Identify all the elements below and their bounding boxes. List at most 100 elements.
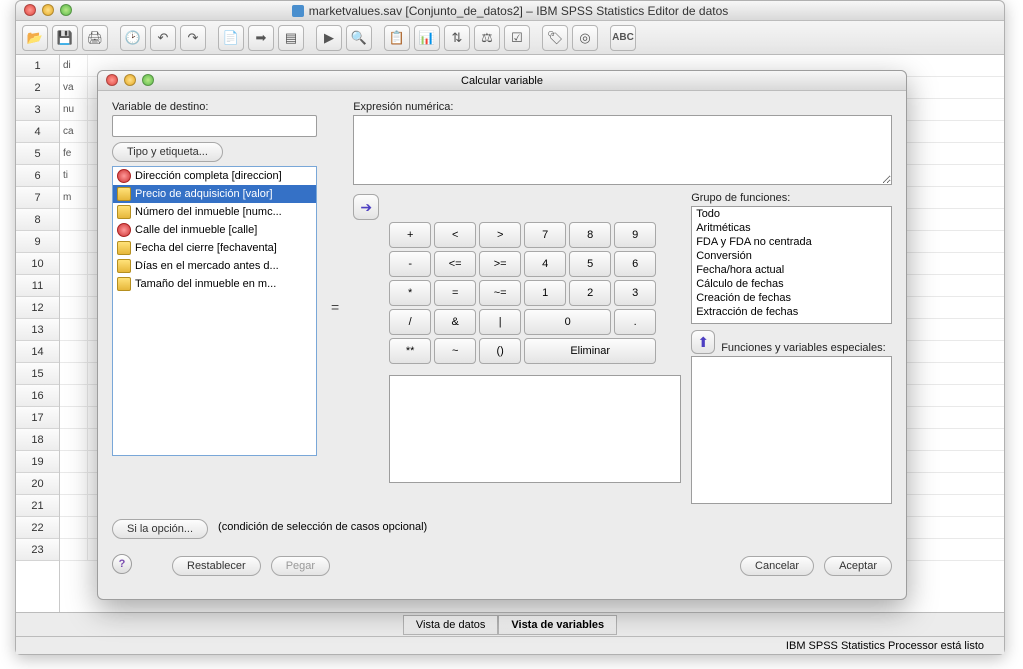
value-labels-button[interactable]: 🏷 xyxy=(542,25,568,51)
dialog-zoom-icon[interactable] xyxy=(142,74,154,86)
keypad-button[interactable]: 4 xyxy=(524,251,566,277)
data-cell[interactable] xyxy=(60,385,88,406)
keypad-button[interactable]: 9 xyxy=(614,222,656,248)
close-window-icon[interactable] xyxy=(24,4,36,16)
insert-function-button[interactable]: ⬆ xyxy=(691,330,715,354)
row-header[interactable]: 7 xyxy=(16,187,59,209)
row-header[interactable]: 23 xyxy=(16,539,59,561)
row-header[interactable]: 2 xyxy=(16,77,59,99)
row-header[interactable]: 18 xyxy=(16,429,59,451)
keypad-button[interactable]: () xyxy=(479,338,521,364)
keypad-button[interactable]: > xyxy=(479,222,521,248)
function-group-item[interactable]: Fecha/hora actual xyxy=(692,263,891,277)
keypad-button[interactable]: 5 xyxy=(569,251,611,277)
keypad-button[interactable]: 3 xyxy=(614,280,656,306)
function-group-item[interactable]: Creación de fechas xyxy=(692,291,891,305)
data-cell[interactable]: va xyxy=(60,77,88,98)
function-group-item[interactable]: Extracción de fechas xyxy=(692,305,891,319)
keypad-button[interactable]: * xyxy=(389,280,431,306)
function-group-item[interactable]: Aritméticas xyxy=(692,221,891,235)
row-header[interactable]: 4 xyxy=(16,121,59,143)
keypad-button[interactable]: 6 xyxy=(614,251,656,277)
variable-list-item[interactable]: Precio de adquisición [valor] xyxy=(113,185,316,203)
keypad-button[interactable]: - xyxy=(389,251,431,277)
data-cell[interactable] xyxy=(60,231,88,252)
keypad-button[interactable]: + xyxy=(389,222,431,248)
insert-var-button[interactable]: 📊 xyxy=(414,25,440,51)
tab-data-view[interactable]: Vista de datos xyxy=(403,615,499,635)
row-header[interactable]: 21 xyxy=(16,495,59,517)
data-cell[interactable] xyxy=(60,209,88,230)
keypad-button[interactable]: 0 xyxy=(524,309,611,335)
variable-list[interactable]: Dirección completa [direccion]Precio de … xyxy=(112,166,317,456)
row-header[interactable]: 1 xyxy=(16,55,59,77)
ok-button[interactable]: Aceptar xyxy=(824,556,892,576)
select-button[interactable]: ☑ xyxy=(504,25,530,51)
zoom-window-icon[interactable] xyxy=(60,4,72,16)
keypad-button[interactable]: >= xyxy=(479,251,521,277)
data-cell[interactable]: ca xyxy=(60,121,88,142)
run-button[interactable]: ▶ xyxy=(316,25,342,51)
data-cell[interactable] xyxy=(60,341,88,362)
keypad-button[interactable]: & xyxy=(434,309,476,335)
dialog-close-icon[interactable] xyxy=(106,74,118,86)
keypad-button[interactable]: 2 xyxy=(569,280,611,306)
keypad-button[interactable]: ~ xyxy=(434,338,476,364)
row-header[interactable]: 5 xyxy=(16,143,59,165)
row-header[interactable]: 3 xyxy=(16,99,59,121)
data-cell[interactable] xyxy=(60,517,88,538)
keypad-button[interactable]: <= xyxy=(434,251,476,277)
data-cell[interactable]: m xyxy=(60,187,88,208)
numeric-expression-input[interactable] xyxy=(353,115,892,185)
target-variable-input[interactable] xyxy=(112,115,317,137)
move-variable-button[interactable]: ➔ xyxy=(353,194,379,220)
row-header[interactable]: 10 xyxy=(16,253,59,275)
tab-variable-view[interactable]: Vista de variables xyxy=(498,615,617,635)
data-cell[interactable] xyxy=(60,363,88,384)
data-cell[interactable] xyxy=(60,253,88,274)
recall-button[interactable]: 🕑 xyxy=(120,25,146,51)
find-button[interactable]: 🔍 xyxy=(346,25,372,51)
data-cell[interactable] xyxy=(60,429,88,450)
variable-list-item[interactable]: Días en el mercado antes d... xyxy=(113,257,316,275)
spell-button[interactable]: ABC xyxy=(610,25,636,51)
help-button[interactable]: ? xyxy=(112,554,132,574)
function-group-item[interactable]: Todo xyxy=(692,207,891,221)
row-header[interactable]: 15 xyxy=(16,363,59,385)
split-button[interactable]: ⇅ xyxy=(444,25,470,51)
paste-button[interactable]: Pegar xyxy=(271,556,330,576)
variable-list-item[interactable]: Tamaño del inmueble en m... xyxy=(113,275,316,293)
variable-list-item[interactable]: Fecha del cierre [fechaventa] xyxy=(113,239,316,257)
variables-button[interactable]: ▤ xyxy=(278,25,304,51)
function-group-list[interactable]: TodoAritméticasFDA y FDA no centradaConv… xyxy=(691,206,892,324)
row-header[interactable]: 20 xyxy=(16,473,59,495)
data-cell[interactable] xyxy=(60,407,88,428)
row-header[interactable]: 17 xyxy=(16,407,59,429)
keypad-button[interactable]: ~= xyxy=(479,280,521,306)
goto-case-button[interactable]: 📄 xyxy=(218,25,244,51)
reset-button[interactable]: Restablecer xyxy=(172,556,261,576)
data-cell[interactable] xyxy=(60,297,88,318)
keypad-button[interactable]: Eliminar xyxy=(524,338,656,364)
keypad-button[interactable]: / xyxy=(389,309,431,335)
keypad-button[interactable]: 1 xyxy=(524,280,566,306)
keypad-button[interactable]: 7 xyxy=(524,222,566,248)
keypad-button[interactable]: ** xyxy=(389,338,431,364)
variable-list-item[interactable]: Calle del inmueble [calle] xyxy=(113,221,316,239)
data-cell[interactable] xyxy=(60,539,88,560)
data-cell[interactable] xyxy=(60,473,88,494)
redo-button[interactable]: ↷ xyxy=(180,25,206,51)
keypad-button[interactable]: = xyxy=(434,280,476,306)
data-cell[interactable] xyxy=(60,319,88,340)
keypad-button[interactable]: < xyxy=(434,222,476,248)
type-label-button[interactable]: Tipo y etiqueta... xyxy=(112,142,223,162)
if-condition-button[interactable]: Si la opción... xyxy=(112,519,208,539)
function-group-item[interactable]: FDA y FDA no centrada xyxy=(692,235,891,249)
data-cell[interactable]: ti xyxy=(60,165,88,186)
keypad-button[interactable]: . xyxy=(614,309,656,335)
data-cell[interactable] xyxy=(60,495,88,516)
data-cell[interactable] xyxy=(60,275,88,296)
row-header[interactable]: 22 xyxy=(16,517,59,539)
row-header[interactable]: 13 xyxy=(16,319,59,341)
goto-var-button[interactable]: ➡ xyxy=(248,25,274,51)
